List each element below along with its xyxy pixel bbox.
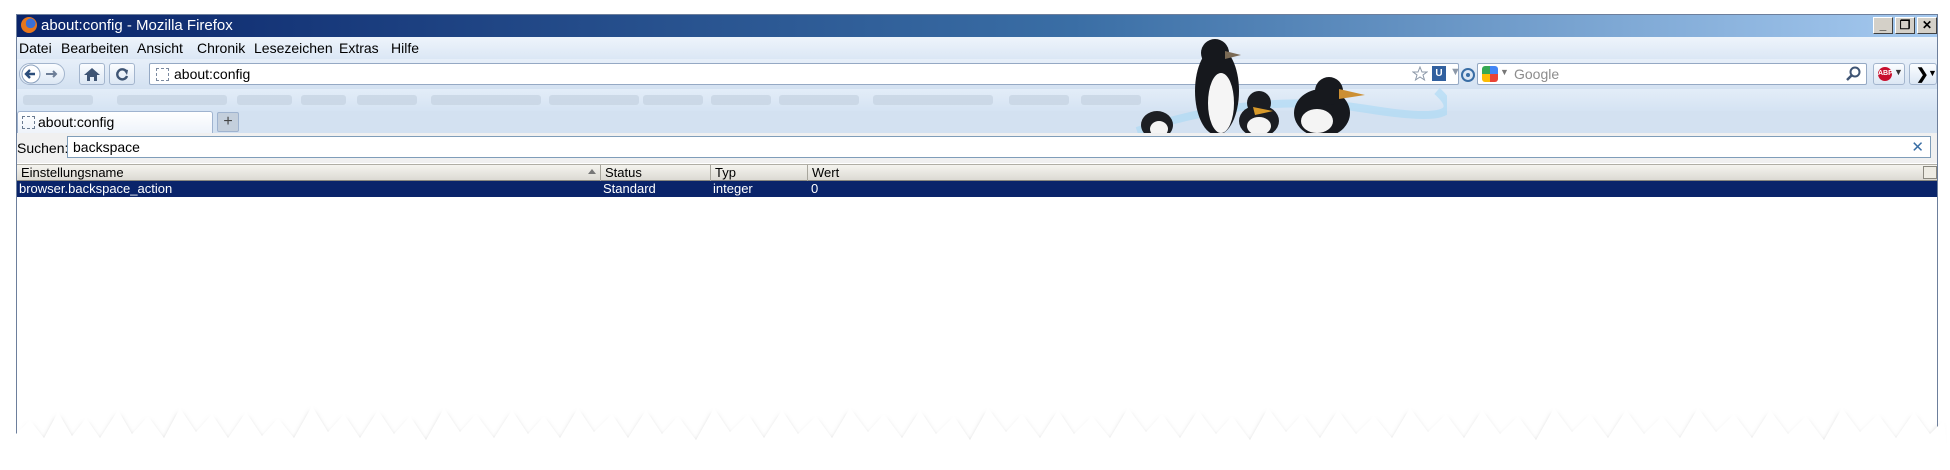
- preferences-header: Einstellungsname Status Typ Wert: [17, 164, 1937, 181]
- url-text: about:config: [174, 66, 251, 82]
- column-picker-icon[interactable]: [1923, 166, 1937, 179]
- preferences-list-body[interactable]: [17, 197, 1937, 453]
- config-search-input[interactable]: backspace ✕: [67, 136, 1931, 158]
- firefox-icon: [21, 17, 37, 33]
- bookmark-item[interactable]: [779, 95, 859, 105]
- column-header-status[interactable]: Status: [601, 165, 711, 181]
- bookmark-item[interactable]: [237, 95, 292, 105]
- overflow-button[interactable]: ❯ ▼: [1909, 63, 1937, 85]
- persona-penguins-image: [1135, 39, 1447, 133]
- column-label: Status: [605, 165, 642, 180]
- overflow-dropdown-icon: ▼: [1928, 68, 1937, 78]
- page-identity-icon: [156, 68, 169, 81]
- pref-name: browser.backspace_action: [19, 181, 173, 196]
- table-row[interactable]: browser.backspace_action Standard intege…: [17, 181, 1937, 197]
- close-button[interactable]: ✕: [1917, 17, 1937, 34]
- config-search-row: Suchen: backspace ✕: [17, 133, 1937, 163]
- back-icon[interactable]: [20, 64, 64, 84]
- sort-ascending-icon: [588, 169, 596, 174]
- bookmark-item[interactable]: [549, 95, 639, 105]
- pref-type: integer: [713, 181, 753, 196]
- search-bar[interactable]: ▼ Google: [1477, 63, 1867, 85]
- bookmark-item[interactable]: [301, 95, 346, 105]
- reload-button[interactable]: [109, 63, 135, 85]
- navigation-toolbar: about:config U ▼ ▼ Google ABP ▼ ❯ ▼: [17, 59, 1937, 89]
- search-placeholder: Google: [1514, 66, 1560, 82]
- column-label: Wert: [812, 165, 840, 180]
- clear-icon[interactable]: ✕: [1911, 138, 1924, 156]
- bookmark-item[interactable]: [643, 95, 703, 105]
- adblock-dropdown-icon: ▼: [1894, 67, 1903, 77]
- column-label: Einstellungsname: [21, 165, 124, 180]
- page-icon: [22, 116, 35, 129]
- addon-swirl-icon[interactable]: [1461, 68, 1475, 82]
- google-icon[interactable]: [1482, 66, 1498, 82]
- overflow-chevron-icon: ❯: [1916, 66, 1929, 83]
- bookmark-item[interactable]: [1009, 95, 1069, 105]
- menu-bar: Datei Bearbeiten Ansicht Chronik Lesezei…: [17, 37, 1937, 59]
- search-value: backspace: [73, 139, 140, 155]
- bookmarks-toolbar: [17, 89, 1937, 111]
- magnifier-icon[interactable]: [1846, 66, 1862, 82]
- minimize-button[interactable]: _: [1873, 17, 1893, 34]
- back-forward-group: [19, 63, 65, 85]
- reload-icon: [116, 68, 129, 81]
- menu-datei[interactable]: Datei: [19, 40, 52, 56]
- engine-dropdown-icon[interactable]: ▼: [1500, 67, 1509, 77]
- bookmark-item[interactable]: [711, 95, 771, 105]
- column-label: Typ: [715, 165, 736, 180]
- bookmark-item[interactable]: [23, 95, 93, 105]
- home-icon: [84, 68, 100, 81]
- menu-ansicht[interactable]: Ansicht: [137, 40, 183, 56]
- menu-extras[interactable]: Extras: [339, 40, 379, 56]
- menu-chronik[interactable]: Chronik: [197, 40, 245, 56]
- pref-value: 0: [811, 181, 819, 196]
- title-bar: about:config - Mozilla Firefox _ ❐ ✕: [17, 15, 1937, 37]
- home-button[interactable]: [79, 63, 105, 85]
- menu-hilfe[interactable]: Hilfe: [391, 40, 419, 56]
- adblock-button[interactable]: ABP ▼: [1873, 63, 1905, 85]
- bookmark-item[interactable]: [117, 95, 227, 105]
- column-header-type[interactable]: Typ: [711, 165, 808, 181]
- tab-about-config[interactable]: about:config: [17, 111, 213, 133]
- search-label: Suchen:: [17, 140, 69, 156]
- adblock-icon: ABP: [1878, 67, 1893, 81]
- menu-lesezeichen[interactable]: Lesezeichen: [254, 40, 333, 56]
- firefox-window: about:config - Mozilla Firefox _ ❐ ✕ Dat…: [16, 14, 1938, 454]
- dropdown-icon[interactable]: ▼: [1450, 66, 1461, 78]
- new-tab-button[interactable]: +: [217, 112, 239, 132]
- tab-strip: about:config +: [17, 111, 1937, 133]
- bookmark-item[interactable]: [357, 95, 417, 105]
- restore-button[interactable]: ❐: [1895, 17, 1915, 34]
- pref-status: Standard: [603, 181, 656, 196]
- menu-bearbeiten[interactable]: Bearbeiten: [61, 40, 129, 56]
- column-header-name[interactable]: Einstellungsname: [17, 165, 601, 181]
- bookmark-item[interactable]: [431, 95, 541, 105]
- bookmark-item[interactable]: [873, 95, 993, 105]
- new-tab-icon: +: [223, 113, 233, 130]
- column-header-value[interactable]: Wert: [808, 165, 1937, 181]
- window-title: about:config - Mozilla Firefox: [41, 17, 233, 34]
- tab-label: about:config: [38, 114, 115, 130]
